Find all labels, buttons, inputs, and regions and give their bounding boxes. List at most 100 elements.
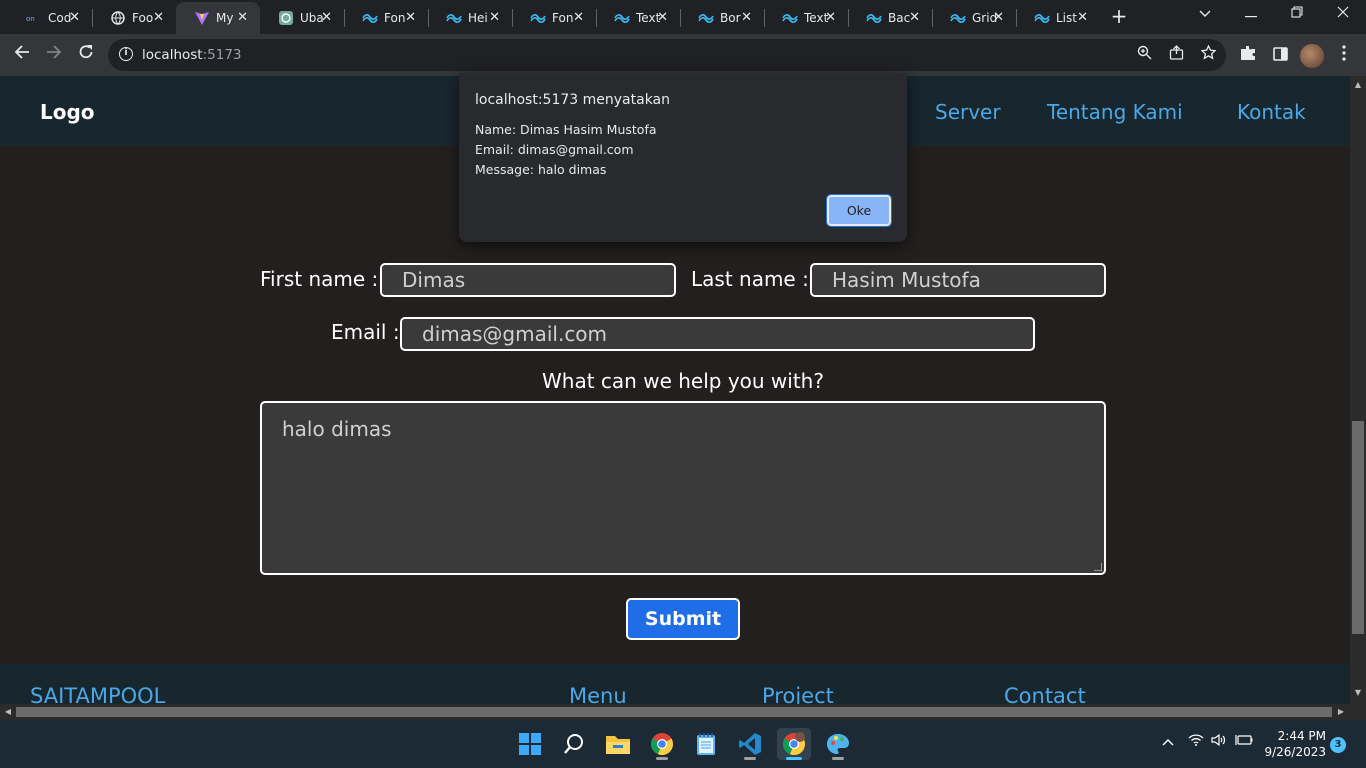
wifi-icon[interactable] xyxy=(1186,734,1206,750)
arrow-right-icon xyxy=(47,45,62,59)
chrome-profile-icon xyxy=(782,732,806,756)
minimize-button[interactable] xyxy=(1228,0,1274,32)
ok-button[interactable]: Oke xyxy=(826,194,892,227)
tab[interactable]: Bor ✕ xyxy=(680,2,764,34)
url-text[interactable]: localhost:5173 xyxy=(142,47,242,63)
message-textarea[interactable]: halo dimas xyxy=(260,401,1106,575)
tab[interactable]: Text ✕ xyxy=(764,2,848,34)
close-icon[interactable]: ✕ xyxy=(993,10,1004,25)
volume-icon[interactable] xyxy=(1209,733,1229,750)
taskbar-paint[interactable] xyxy=(821,728,855,760)
scroll-down-icon[interactable]: ▼ xyxy=(1350,686,1366,700)
profile-avatar[interactable] xyxy=(1300,44,1324,68)
taskbar-clock[interactable]: 2:44 PM 9/26/2023 xyxy=(1262,728,1326,760)
close-icon[interactable]: ✕ xyxy=(909,10,920,25)
nav-link-kontak[interactable]: Kontak xyxy=(1237,100,1306,124)
svg-text:on: on xyxy=(26,15,35,23)
site-info-icon[interactable]: i xyxy=(119,47,133,61)
close-icon[interactable]: ✕ xyxy=(237,10,248,25)
share-icon[interactable] xyxy=(1165,45,1187,65)
taskbar-file-explorer[interactable] xyxy=(601,728,635,760)
close-icon[interactable]: ✕ xyxy=(489,10,500,25)
first-name-label: First name : xyxy=(260,267,379,291)
battery-icon[interactable] xyxy=(1234,734,1254,750)
clock-time: 2:44 PM xyxy=(1277,729,1326,743)
tab-active[interactable]: My ✕ xyxy=(176,2,260,34)
close-icon[interactable]: ✕ xyxy=(825,10,836,25)
tab[interactable]: Uba ✕ xyxy=(260,2,344,34)
zoom-icon[interactable] xyxy=(1133,45,1155,65)
tab[interactable]: Grid ✕ xyxy=(932,2,1016,34)
dialog-message-email: Email: dimas@gmail.com xyxy=(475,142,634,157)
close-icon[interactable]: ✕ xyxy=(741,10,752,25)
email-input[interactable]: dimas@gmail.com xyxy=(400,317,1035,351)
tab-search-button[interactable] xyxy=(1182,0,1228,32)
vertical-scroll-thumb[interactable] xyxy=(1352,421,1364,634)
tab-strip: on Cod ✕ Foo ✕ My ✕ Uba ✕ Fon ✕ Hei ✕ Fo… xyxy=(0,0,1366,34)
taskbar-chrome[interactable] xyxy=(645,728,679,760)
tailwind-icon xyxy=(530,10,546,26)
close-icon[interactable]: ✕ xyxy=(321,10,332,25)
first-name-input[interactable]: Dimas xyxy=(380,263,676,297)
scroll-up-icon[interactable]: ▲ xyxy=(1350,78,1366,92)
last-name-label: Last name : xyxy=(691,267,809,291)
notification-badge[interactable]: 3 xyxy=(1330,737,1346,753)
start-button[interactable] xyxy=(513,728,547,760)
scroll-right-icon[interactable]: ▶ xyxy=(1334,704,1348,720)
vscode-icon xyxy=(739,733,761,755)
taskbar-search-button[interactable] xyxy=(557,728,591,760)
tab[interactable]: List ✕ xyxy=(1016,2,1100,34)
taskbar-vscode[interactable] xyxy=(733,728,767,760)
horizontal-scrollbar[interactable]: ◀ ▶ xyxy=(0,704,1350,720)
tab[interactable]: Fon ✕ xyxy=(512,2,596,34)
vertical-scrollbar[interactable]: ▲ ▼ xyxy=(1350,76,1366,704)
alert-dialog: localhost:5173 menyatakan Name: Dimas Ha… xyxy=(459,73,907,242)
submit-button[interactable]: Submit xyxy=(626,598,740,640)
menu-dots-icon[interactable] xyxy=(1336,45,1352,67)
tab[interactable]: Bac ✕ xyxy=(848,2,932,34)
close-window-button[interactable] xyxy=(1320,0,1366,32)
tab[interactable]: on Cod ✕ xyxy=(8,2,92,34)
tab[interactable]: Hei ✕ xyxy=(428,2,512,34)
arrow-left-icon xyxy=(14,45,29,59)
taskbar-chrome-profile[interactable] xyxy=(777,728,811,760)
chatgpt-icon xyxy=(278,10,294,26)
tailwind-icon xyxy=(866,10,882,26)
horizontal-scroll-thumb[interactable] xyxy=(16,707,1332,717)
restore-button[interactable] xyxy=(1274,0,1320,32)
close-icon[interactable]: ✕ xyxy=(573,10,584,25)
scroll-left-icon[interactable]: ◀ xyxy=(1,704,15,720)
tailwind-icon xyxy=(782,10,798,26)
bookmark-star-icon[interactable] xyxy=(1197,44,1219,65)
windows-taskbar: 2:44 PM 9/26/2023 3 xyxy=(0,720,1366,768)
close-icon[interactable]: ✕ xyxy=(1077,10,1088,25)
scroll-corner xyxy=(1350,704,1366,720)
forward-button[interactable] xyxy=(41,42,67,68)
taskbar-notepad[interactable] xyxy=(689,728,723,760)
close-icon[interactable]: ✕ xyxy=(153,10,164,25)
message-text: halo dimas xyxy=(282,417,392,441)
new-tab-button[interactable]: + xyxy=(1108,4,1130,30)
active-indicator xyxy=(786,757,802,760)
reload-button[interactable] xyxy=(73,42,99,68)
close-icon[interactable]: ✕ xyxy=(405,10,416,25)
site-logo[interactable]: Logo xyxy=(40,100,95,124)
side-panel-icon[interactable] xyxy=(1269,45,1291,67)
close-icon[interactable]: ✕ xyxy=(69,10,80,25)
extensions-icon[interactable] xyxy=(1237,45,1259,67)
tab[interactable]: Foo ✕ xyxy=(92,2,176,34)
back-button[interactable] xyxy=(9,42,35,68)
resize-handle-icon[interactable] xyxy=(1094,563,1102,571)
email-label: Email : xyxy=(331,320,400,344)
address-bar[interactable]: i localhost:5173 xyxy=(108,39,1226,71)
last-name-input[interactable]: Hasim Mustofa xyxy=(810,263,1106,297)
tab[interactable]: Text ✕ xyxy=(596,2,680,34)
nav-link-server[interactable]: Server xyxy=(935,100,1001,124)
nav-link-tentang-kami[interactable]: Tentang Kami xyxy=(1047,100,1183,124)
chevron-up-icon[interactable] xyxy=(1158,734,1178,750)
folder-icon xyxy=(606,736,630,754)
help-heading: What can we help you with? xyxy=(542,369,824,393)
close-icon[interactable]: ✕ xyxy=(657,10,668,25)
tailwind-icon xyxy=(614,10,630,26)
tab[interactable]: Fon ✕ xyxy=(344,2,428,34)
